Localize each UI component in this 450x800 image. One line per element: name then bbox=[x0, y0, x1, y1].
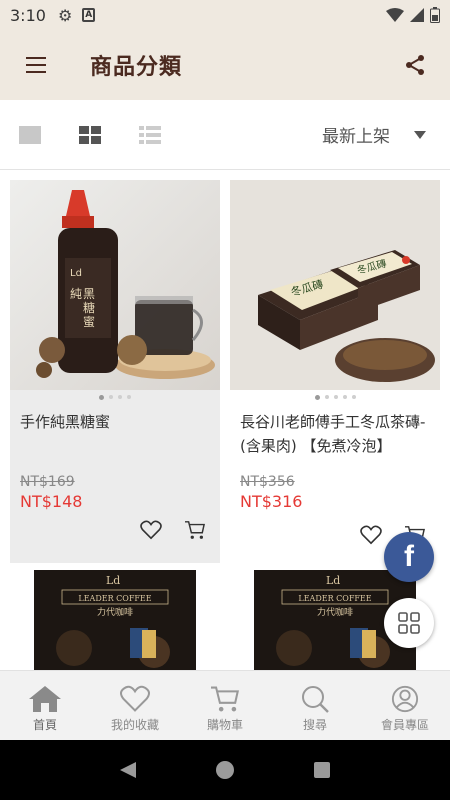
apps-grid-icon bbox=[398, 612, 420, 634]
facebook-icon: f bbox=[404, 540, 414, 573]
image-pager bbox=[10, 390, 220, 404]
coffee-logo: Ld bbox=[326, 574, 340, 587]
nav-label: 我的收藏 bbox=[110, 718, 159, 732]
product-grid: Ld 純 黑 糖 蜜 手作純黑糖蜜 NT$169 NT$148 冬瓜磚 冬瓜磚 … bbox=[0, 170, 450, 670]
facebook-button[interactable]: f bbox=[384, 532, 434, 582]
a-icon: A bbox=[82, 8, 96, 22]
nav-label: 會員專區 bbox=[380, 718, 429, 732]
status-time: 3:10 bbox=[10, 5, 46, 25]
svg-text:糖: 糖 bbox=[83, 300, 95, 315]
product-card[interactable]: Ld 純 黑 糖 蜜 手作純黑糖蜜 NT$169 NT$148 bbox=[10, 180, 220, 563]
svg-text:蜜: 蜜 bbox=[83, 314, 95, 329]
share-button[interactable] bbox=[380, 30, 450, 100]
home-circle-icon[interactable] bbox=[215, 760, 235, 780]
back-icon[interactable] bbox=[118, 760, 138, 780]
nav-cart[interactable]: 購物車 bbox=[180, 671, 270, 740]
system-nav-bar bbox=[0, 740, 450, 800]
cart-icon bbox=[211, 686, 239, 712]
nav-home[interactable]: 首頁 bbox=[0, 671, 90, 740]
nav-label: 購物車 bbox=[206, 718, 243, 732]
product-image-leader-coffee[interactable]: Ld LEADER COFFEE 力代咖啡 bbox=[34, 570, 196, 670]
single-view-button[interactable] bbox=[0, 100, 60, 170]
chevron-down-icon bbox=[414, 130, 426, 139]
svg-text:黑: 黑 bbox=[83, 287, 95, 301]
product-name[interactable]: 長谷川老師傅手工冬瓜茶磚- (含果肉) 【免煮冷泡】 bbox=[230, 404, 440, 474]
sort-label: 最新上架 bbox=[322, 127, 390, 147]
menu-icon bbox=[26, 57, 46, 73]
product-old-price: NT$356 bbox=[240, 474, 295, 490]
status-bar: 3:10 ⚙ A bbox=[0, 0, 450, 30]
nav-search[interactable]: 搜尋 bbox=[270, 671, 360, 740]
share-icon bbox=[406, 55, 424, 75]
nav-label: 首頁 bbox=[32, 718, 57, 732]
view-toolbar: 最新上架 bbox=[0, 100, 450, 170]
svg-text:Ld: Ld bbox=[70, 268, 82, 279]
product-card[interactable]: Ld LEADER COFFEE 力代咖啡 bbox=[10, 570, 220, 670]
coffee-brand: LEADER COFFEE bbox=[78, 594, 151, 603]
heart-icon bbox=[119, 685, 151, 712]
signal-icon bbox=[410, 8, 424, 22]
product-price: NT$148 bbox=[20, 492, 83, 511]
menu-button[interactable] bbox=[0, 30, 72, 100]
product-old-price: NT$169 bbox=[20, 474, 75, 490]
bottom-nav: 首頁 我的收藏 購物車 搜尋 會員專區 bbox=[0, 670, 450, 740]
app-bar: 商品分類 bbox=[0, 30, 450, 100]
user-icon bbox=[391, 685, 419, 713]
grid-view-icon bbox=[79, 125, 101, 144]
product-card[interactable]: 冬瓜磚 冬瓜磚 長谷川老師傅手工冬瓜茶磚- (含果肉) 【免煮冷泡】 NT$35… bbox=[230, 180, 440, 563]
cart-icon[interactable] bbox=[184, 520, 206, 540]
nav-label: 搜尋 bbox=[302, 718, 327, 732]
coffee-brand: LEADER COFFEE bbox=[298, 594, 371, 603]
nav-member[interactable]: 會員專區 bbox=[360, 671, 450, 740]
coffee-brand-cn: 力代咖啡 bbox=[317, 606, 353, 618]
svg-text:純: 純 bbox=[70, 287, 82, 301]
sort-dropdown[interactable]: 最新上架 bbox=[322, 100, 450, 170]
heart-icon[interactable] bbox=[360, 525, 382, 545]
product-price: NT$316 bbox=[240, 492, 303, 511]
page-title: 商品分類 bbox=[90, 55, 183, 80]
recents-icon[interactable] bbox=[312, 760, 332, 780]
grid-view-button[interactable] bbox=[60, 100, 120, 170]
wifi-icon bbox=[386, 8, 404, 22]
image-pager bbox=[230, 390, 440, 404]
coffee-logo: Ld bbox=[106, 574, 120, 587]
list-view-icon bbox=[139, 125, 161, 144]
list-view-button[interactable] bbox=[120, 100, 180, 170]
battery-icon bbox=[430, 7, 440, 23]
product-name[interactable]: 手作純黑糖蜜 bbox=[10, 404, 220, 474]
nav-favorites[interactable]: 我的收藏 bbox=[90, 671, 180, 740]
product-image-winter-melon-tea[interactable]: 冬瓜磚 冬瓜磚 bbox=[230, 180, 440, 390]
coffee-brand-cn: 力代咖啡 bbox=[97, 606, 133, 618]
apps-menu-button[interactable] bbox=[384, 598, 434, 648]
product-image-black-sugar[interactable]: Ld 純 黑 糖 蜜 bbox=[10, 180, 220, 390]
search-icon bbox=[302, 686, 329, 713]
home-icon bbox=[29, 686, 61, 712]
single-view-icon bbox=[19, 125, 41, 144]
gear-icon: ⚙ bbox=[57, 5, 73, 25]
heart-icon[interactable] bbox=[140, 520, 162, 540]
